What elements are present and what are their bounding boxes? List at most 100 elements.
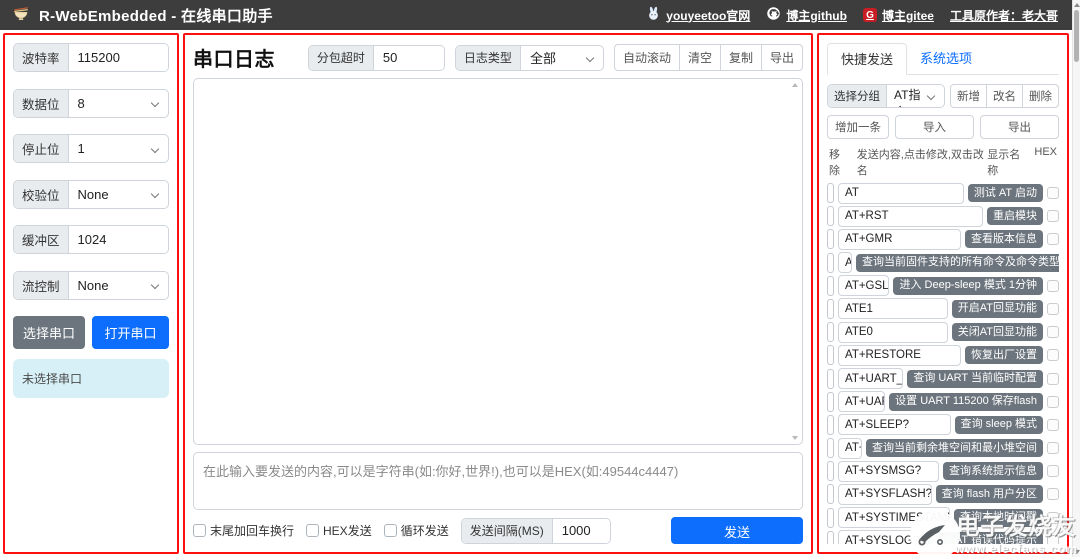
command-input[interactable]: AT+RESTORE bbox=[838, 345, 961, 366]
command-hex-checkbox[interactable] bbox=[1047, 187, 1059, 199]
command-input[interactable]: AT+UART_CUR? bbox=[838, 368, 903, 389]
command-name-button[interactable]: 查询本地时间戳 bbox=[954, 509, 1043, 527]
command-input[interactable]: AT+SLEEP? bbox=[838, 414, 951, 435]
remove-handle[interactable] bbox=[827, 183, 834, 203]
command-hex-checkbox[interactable] bbox=[1047, 442, 1059, 454]
copy-button[interactable]: 复制 bbox=[721, 44, 762, 71]
command-name-button[interactable]: 测试 AT 启动 bbox=[968, 184, 1043, 202]
command-hex-checkbox[interactable] bbox=[1047, 233, 1059, 245]
remove-handle[interactable] bbox=[827, 206, 834, 226]
link-author[interactable]: 工具原作者：老大哥 bbox=[950, 7, 1058, 24]
field-value[interactable]: 8 bbox=[69, 90, 148, 117]
export-button[interactable]: 导出 bbox=[762, 44, 803, 71]
command-input[interactable]: AT+SYSFLASH? bbox=[838, 484, 932, 505]
command-hex-checkbox[interactable] bbox=[1047, 280, 1059, 292]
command-input[interactable]: AT+RST bbox=[838, 206, 983, 227]
group-delete-button[interactable]: 删除 bbox=[1023, 84, 1059, 108]
command-name-button[interactable]: 查询 AT 错误代码提示 bbox=[924, 532, 1043, 544]
tab-system-options[interactable]: 系统选项 bbox=[907, 43, 985, 74]
command-name-button[interactable]: 查询 flash 用户分区 bbox=[936, 485, 1043, 503]
export-button[interactable]: 导出 bbox=[980, 115, 1059, 139]
command-name-button[interactable]: 重启模块 bbox=[987, 207, 1043, 225]
command-hex-checkbox[interactable] bbox=[1047, 535, 1059, 544]
command-input[interactable]: AT bbox=[838, 183, 964, 204]
remove-handle[interactable] bbox=[827, 392, 834, 412]
page-scrollbar[interactable] bbox=[1072, 0, 1080, 557]
command-hex-checkbox[interactable] bbox=[1047, 210, 1059, 222]
command-hex-checkbox[interactable] bbox=[1047, 373, 1059, 385]
command-input[interactable]: AT+CMD bbox=[838, 252, 852, 273]
field-value[interactable]: 1024 bbox=[69, 226, 168, 253]
group-select[interactable]: ESP32 AT指令 bbox=[887, 85, 924, 107]
command-name-button[interactable]: 查询当前固件支持的所有命令及命令类型 bbox=[856, 254, 1059, 272]
scroll-down-icon[interactable] bbox=[792, 436, 798, 440]
command-input[interactable]: AT+SYSRAM? bbox=[838, 438, 862, 459]
scrollbar-thumb[interactable] bbox=[1074, 10, 1079, 62]
tab-quick-send[interactable]: 快捷发送 bbox=[827, 43, 907, 75]
command-input[interactable]: AT+UART_DEF=115200 bbox=[838, 391, 885, 412]
remove-handle[interactable] bbox=[827, 253, 834, 273]
command-hex-checkbox[interactable] bbox=[1047, 465, 1059, 477]
command-name-button[interactable]: 查询当前剩余堆空间和最小堆空间 bbox=[866, 439, 1043, 457]
scroll-up-icon[interactable] bbox=[792, 83, 798, 87]
group-rename-button[interactable]: 改名 bbox=[987, 84, 1023, 108]
log-output-area[interactable] bbox=[193, 78, 803, 445]
remove-handle[interactable] bbox=[827, 484, 834, 504]
remove-handle[interactable] bbox=[827, 322, 834, 342]
select-port-button[interactable]: 选择串口 bbox=[13, 316, 85, 349]
import-button[interactable]: 导入 bbox=[895, 115, 974, 139]
command-hex-checkbox[interactable] bbox=[1047, 349, 1059, 361]
hex-send-option[interactable]: HEX发送 bbox=[306, 522, 372, 539]
command-input[interactable]: AT+SYSLOG? bbox=[838, 530, 920, 544]
command-name-button[interactable]: 查询系统提示信息 bbox=[943, 462, 1043, 480]
field-value[interactable]: None bbox=[69, 181, 148, 208]
command-name-button[interactable]: 查询 sleep 模式 bbox=[955, 416, 1043, 434]
link-github[interactable]: 博主github bbox=[766, 6, 847, 24]
send-content-input[interactable] bbox=[193, 452, 803, 510]
scroll-up-icon[interactable] bbox=[1074, 3, 1080, 7]
remove-handle[interactable] bbox=[827, 276, 834, 296]
remove-handle[interactable] bbox=[827, 461, 834, 481]
loop-send-checkbox[interactable] bbox=[384, 524, 397, 537]
remove-handle[interactable] bbox=[827, 508, 834, 528]
send-interval-input[interactable] bbox=[553, 519, 610, 543]
field-value[interactable]: 115200 bbox=[69, 44, 168, 71]
remove-handle[interactable] bbox=[827, 531, 834, 544]
send-button[interactable]: 发送 bbox=[671, 517, 803, 544]
packet-timeout-input[interactable] bbox=[374, 46, 444, 70]
remove-handle[interactable] bbox=[827, 438, 834, 458]
open-port-button[interactable]: 打开串口 bbox=[92, 316, 169, 349]
command-input[interactable]: AT+SYSTIMESTAMP? bbox=[838, 507, 950, 528]
clear-button[interactable]: 清空 bbox=[680, 44, 721, 71]
log-scrollbar[interactable] bbox=[790, 81, 800, 442]
remove-handle[interactable] bbox=[827, 229, 834, 249]
link-gitee[interactable]: G 博主gitee bbox=[863, 7, 934, 24]
command-input[interactable]: AT+GSLP=60000 bbox=[838, 275, 889, 296]
group-add-button[interactable]: 新增 bbox=[950, 84, 987, 108]
log-type-select[interactable]: 全部 bbox=[521, 46, 583, 70]
command-hex-checkbox[interactable] bbox=[1047, 419, 1059, 431]
remove-handle[interactable] bbox=[827, 345, 834, 365]
link-youyeetoo[interactable]: youyeetoo官网 bbox=[646, 6, 750, 24]
command-name-button[interactable]: 开启AT回显功能 bbox=[952, 300, 1043, 318]
command-name-button[interactable]: 恢复出厂设置 bbox=[965, 346, 1043, 364]
command-name-button[interactable]: 设置 UART 115200 保存flash bbox=[889, 393, 1043, 411]
loop-send-option[interactable]: 循环发送 bbox=[384, 522, 449, 539]
command-hex-checkbox[interactable] bbox=[1047, 326, 1059, 338]
command-input[interactable]: ATE0 bbox=[838, 322, 948, 343]
command-name-button[interactable]: 关闭AT回显功能 bbox=[952, 323, 1043, 341]
field-value[interactable]: 1 bbox=[69, 135, 148, 162]
command-hex-checkbox[interactable] bbox=[1047, 512, 1059, 524]
field-value[interactable]: None bbox=[69, 272, 148, 299]
command-name-button[interactable]: 进入 Deep-sleep 模式 1分钟 bbox=[893, 277, 1043, 295]
remove-handle[interactable] bbox=[827, 299, 834, 319]
command-hex-checkbox[interactable] bbox=[1047, 488, 1059, 500]
command-input[interactable]: ATE1 bbox=[838, 298, 948, 319]
remove-handle[interactable] bbox=[827, 415, 834, 435]
command-input[interactable]: AT+GMR bbox=[838, 229, 961, 250]
command-hex-checkbox[interactable] bbox=[1047, 303, 1059, 315]
hex-send-checkbox[interactable] bbox=[306, 524, 319, 537]
command-name-button[interactable]: 查询 UART 当前临时配置 bbox=[907, 370, 1043, 388]
append-crlf-option[interactable]: 末尾加回车换行 bbox=[193, 522, 294, 539]
scroll-down-icon[interactable] bbox=[1074, 550, 1080, 554]
